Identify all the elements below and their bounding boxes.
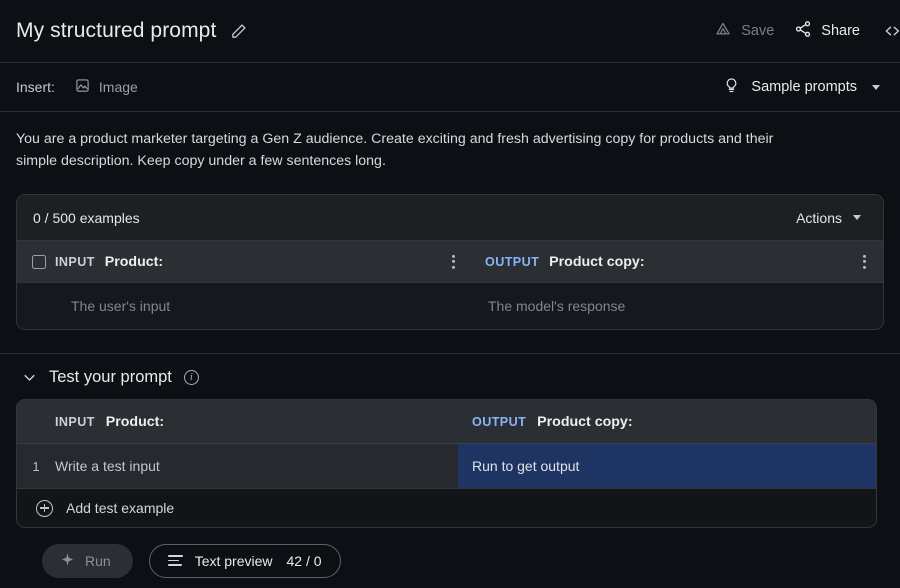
page-title: My structured prompt — [16, 19, 217, 42]
input-column-name: Product: — [105, 413, 165, 430]
example-output-placeholder[interactable]: The model's response — [472, 298, 883, 314]
share-label: Share — [821, 23, 860, 39]
info-circle-icon[interactable]: i — [183, 370, 199, 385]
lightbulb-icon — [723, 77, 740, 98]
output-column-name[interactable]: Product copy: — [549, 254, 644, 270]
image-icon — [75, 78, 90, 96]
actions-label: Actions — [796, 209, 842, 226]
select-all-cell — [17, 254, 55, 269]
actions-button[interactable]: Actions — [790, 206, 867, 230]
chevron-down-icon — [872, 84, 880, 90]
input-column-more-vertical-icon[interactable] — [449, 251, 458, 271]
drive-triangle-icon — [714, 20, 732, 42]
insert-label: Insert: — [16, 79, 55, 95]
share-button[interactable]: Share — [784, 14, 870, 48]
table-row: 1 Write a test input Run to get output — [17, 444, 876, 489]
code-chevron-icon[interactable] — [882, 22, 900, 40]
test-column-header-row: INPUT Product: OUTPUT Product copy: — [17, 400, 876, 444]
chevron-down-icon[interactable] — [22, 370, 37, 385]
input-column-name[interactable]: Product: — [105, 254, 163, 270]
run-label: Run — [85, 552, 111, 569]
text-preview-label: Text preview — [194, 552, 273, 569]
test-row-number: 1 — [32, 458, 40, 474]
insert-bar: Insert: Image Sample prompts — [0, 63, 900, 112]
save-button[interactable]: Save — [704, 14, 784, 48]
text-preview-button[interactable]: Text preview 42 / 0 — [148, 543, 341, 578]
example-input-placeholder[interactable]: The user's input — [17, 298, 472, 314]
output-column-name: Product copy: — [537, 413, 633, 430]
test-panel: INPUT Product: OUTPUT Product copy: 1 Wr… — [16, 399, 877, 528]
run-button[interactable]: Run — [42, 543, 133, 578]
insert-image-label: Image — [98, 79, 138, 95]
share-nodes-icon — [794, 20, 812, 42]
plus-circle-icon — [36, 499, 53, 517]
title-bar: My structured prompt Save Share — [0, 0, 900, 63]
test-section-header: Test your prompt i — [0, 354, 900, 399]
examples-output-column-header: OUTPUT Product copy: — [472, 254, 883, 270]
output-tag: OUTPUT — [472, 414, 527, 429]
output-tag: OUTPUT — [485, 254, 540, 269]
system-prompt-text[interactable]: You are a product marketer targeting a G… — [0, 112, 830, 172]
examples-count-label: 0 / 500 examples — [33, 209, 140, 226]
sample-prompts-button[interactable]: Sample prompts — [719, 71, 886, 104]
test-output-column-header: OUTPUT Product copy: — [458, 414, 876, 430]
examples-column-header-row: INPUT Product: OUTPUT Product copy: — [17, 241, 883, 283]
add-test-example-button[interactable]: Add test example — [17, 489, 876, 527]
pencil-icon[interactable] — [230, 23, 247, 40]
sparkle-icon — [60, 552, 75, 570]
chevron-down-icon — [853, 215, 861, 220]
save-label: Save — [741, 23, 775, 39]
examples-panel-header: 0 / 500 examples Actions — [17, 195, 883, 241]
test-section-title: Test your prompt — [49, 368, 172, 386]
add-test-example-label: Add test example — [66, 500, 175, 516]
text-preview-count: 42 / 0 — [286, 552, 322, 569]
test-output-cell[interactable]: Run to get output — [458, 444, 876, 488]
input-tag: INPUT — [55, 414, 95, 429]
examples-panel: 0 / 500 examples Actions INPUT Product: … — [16, 194, 884, 330]
test-input-cell[interactable]: Write a test input — [55, 444, 458, 488]
output-column-more-vertical-icon[interactable] — [860, 251, 869, 271]
examples-placeholder-row: The user's input The model's response — [17, 283, 883, 329]
text-lines-icon — [167, 554, 183, 567]
test-input-column-header: INPUT Product: — [55, 414, 458, 430]
bottom-action-bar: Run Text preview 42 / 0 — [0, 533, 900, 588]
sample-prompts-label: Sample prompts — [751, 79, 857, 95]
examples-input-column-header: INPUT Product: — [55, 254, 472, 270]
select-all-checkbox[interactable] — [32, 254, 46, 269]
insert-image-button[interactable]: Image — [67, 73, 146, 101]
input-tag: INPUT — [55, 254, 95, 269]
